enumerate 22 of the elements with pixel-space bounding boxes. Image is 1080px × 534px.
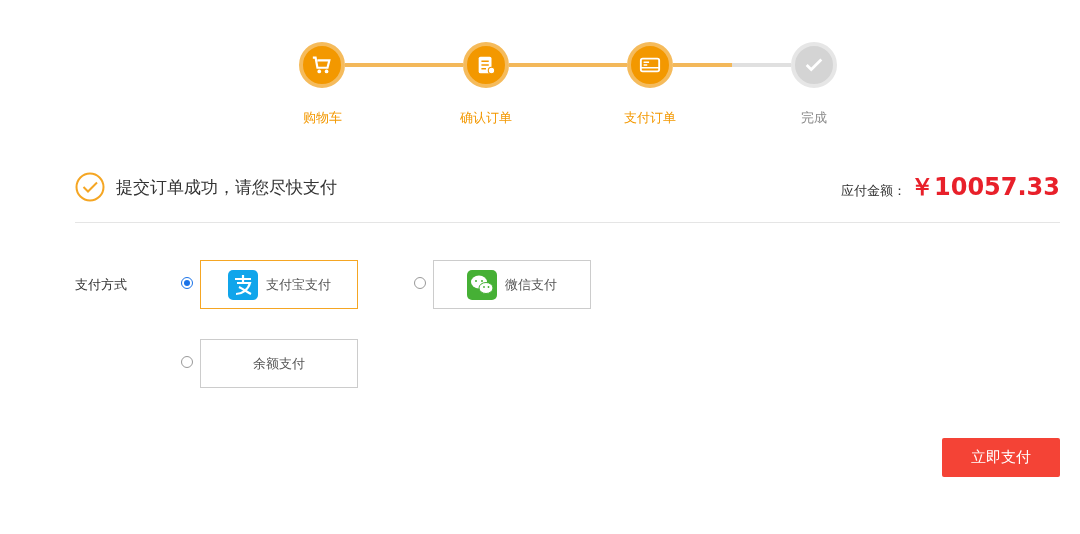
amount-value: ￥10057.33 (910, 172, 1060, 203)
payment-option-label: 微信支付 (505, 275, 557, 294)
step-label: 完成 (801, 109, 827, 127)
step-label: 购物车 (302, 109, 342, 127)
radio-button[interactable] (414, 276, 426, 289)
payment-method-label: 支付方式 (75, 275, 128, 294)
wechat-icon (467, 269, 497, 300)
cart-icon (311, 54, 333, 76)
payment-option[interactable]: 微信支付 (433, 260, 591, 309)
step-label: 确认订单 (460, 109, 512, 127)
payment-option-label: 支付宝支付 (265, 275, 331, 294)
pay-now-button[interactable]: 立即支付 (942, 438, 1060, 477)
order-success-message: 提交订单成功，请您尽快支付 (116, 175, 337, 199)
payment-option-label: 余额支付 (253, 354, 305, 373)
radio-button[interactable] (181, 355, 193, 368)
step-label: 支付订单 (624, 109, 676, 127)
amount-label: 应付金额： (841, 182, 906, 200)
check-circle-icon (75, 172, 105, 202)
radio-button[interactable] (181, 276, 193, 289)
alipay-icon (227, 269, 258, 300)
payment-option[interactable]: 支付宝支付 (200, 260, 358, 309)
payment-option[interactable]: 余额支付 (200, 339, 358, 388)
